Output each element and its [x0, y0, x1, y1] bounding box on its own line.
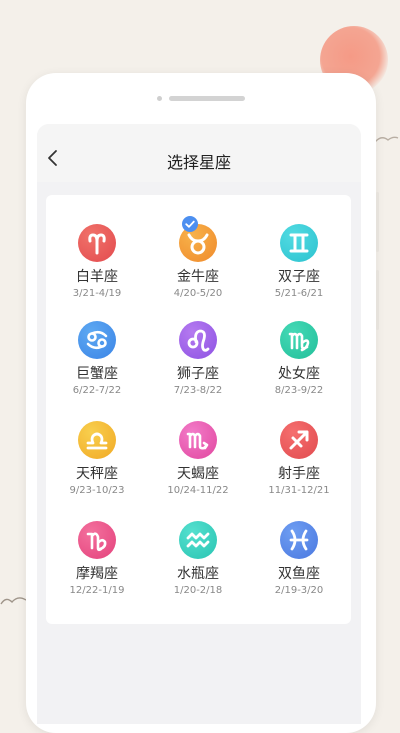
zodiac-option-capricorn[interactable]: 摩羯座 12/22-1/19	[49, 521, 145, 621]
aries-icon	[78, 224, 116, 262]
zodiac-option-virgo[interactable]: 处女座 8/23-9/22	[251, 321, 347, 421]
scorpio-icon	[179, 421, 217, 459]
phone-speaker	[169, 96, 245, 101]
zodiac-date-range: 8/23-9/22	[274, 385, 324, 396]
aquarius-icon	[179, 521, 217, 559]
zodiac-name: 处女座	[278, 366, 320, 382]
zodiac-option-libra[interactable]: 天秤座 9/23-10/23	[49, 421, 145, 521]
phone-side-button	[376, 270, 379, 330]
zodiac-name: 天蝎座	[177, 466, 219, 482]
selected-check-badge	[182, 216, 198, 232]
zodiac-option-taurus[interactable]: 金牛座 4/20-5/20	[150, 224, 246, 324]
phone-side-button	[376, 192, 379, 252]
zodiac-date-range: 10/24-11/22	[167, 485, 229, 496]
zodiac-date-range: 5/21-6/21	[274, 288, 324, 299]
zodiac-option-pisces[interactable]: 双鱼座 2/19-3/20	[251, 521, 347, 621]
libra-icon	[78, 421, 116, 459]
zodiac-name: 射手座	[278, 466, 320, 482]
virgo-icon	[280, 321, 318, 359]
zodiac-name: 白羊座	[76, 269, 118, 285]
zodiac-date-range: 2/19-3/20	[274, 585, 324, 596]
zodiac-date-range: 12/22-1/19	[69, 585, 125, 596]
checkmark-icon	[185, 220, 195, 228]
zodiac-option-aquarius[interactable]: 水瓶座 1/20-2/18	[150, 521, 246, 621]
zodiac-date-range: 7/23-8/22	[173, 385, 223, 396]
zodiac-name: 巨蟹座	[76, 366, 118, 382]
cancer-icon	[78, 321, 116, 359]
zodiac-date-range: 6/22-7/22	[72, 385, 122, 396]
pisces-icon	[280, 521, 318, 559]
capricorn-icon	[78, 521, 116, 559]
zodiac-name: 天秤座	[76, 466, 118, 482]
zodiac-name: 摩羯座	[76, 566, 118, 582]
zodiac-name: 狮子座	[177, 366, 219, 382]
gemini-icon	[280, 224, 318, 262]
sagittarius-icon	[280, 421, 318, 459]
zodiac-option-sagittarius[interactable]: 射手座 11/31-12/21	[251, 421, 347, 521]
zodiac-date-range: 3/21-4/19	[72, 288, 122, 299]
navigation-bar: 选择星座	[37, 124, 361, 182]
zodiac-name: 金牛座	[177, 269, 219, 285]
app-screen: 选择星座 白羊座 3/21-4/19 金牛座 4/20-5/20 双子座 5/21-6/2…	[37, 124, 361, 724]
zodiac-date-range: 11/31-12/21	[268, 485, 330, 496]
zodiac-name: 水瓶座	[177, 566, 219, 582]
zodiac-option-scorpio[interactable]: 天蝎座 10/24-11/22	[150, 421, 246, 521]
page-title: 选择星座	[166, 153, 231, 172]
zodiac-date-range: 9/23-10/23	[69, 485, 125, 496]
zodiac-option-leo[interactable]: 狮子座 7/23-8/22	[150, 321, 246, 421]
zodiac-name: 双子座	[278, 269, 320, 285]
leo-icon	[179, 321, 217, 359]
zodiac-option-cancer[interactable]: 巨蟹座 6/22-7/22	[49, 321, 145, 421]
background-bird-decoration-left	[0, 597, 27, 605]
zodiac-option-aries[interactable]: 白羊座 3/21-4/19	[49, 224, 145, 324]
zodiac-date-range: 4/20-5/20	[173, 288, 223, 299]
zodiac-grid-card: 白羊座 3/21-4/19 金牛座 4/20-5/20 双子座 5/21-6/21 巨蟹座 6…	[46, 195, 351, 624]
phone-camera	[157, 96, 162, 101]
zodiac-date-range: 1/20-2/18	[173, 585, 223, 596]
zodiac-option-gemini[interactable]: 双子座 5/21-6/21	[251, 224, 347, 324]
zodiac-name: 双鱼座	[278, 566, 320, 582]
